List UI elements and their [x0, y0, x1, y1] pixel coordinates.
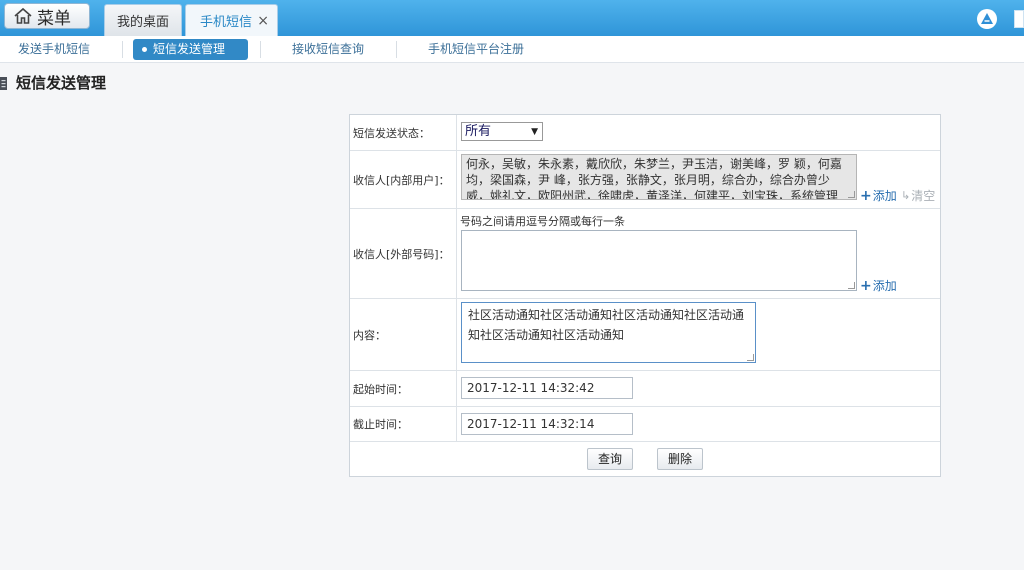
status-select[interactable]: 所有 ▼ — [461, 122, 543, 141]
inner-recipients-value: 何永，吴敏，朱永素，戴欣欣，朱梦兰，尹玉洁，谢美峰，罗 颖，何嘉均，梁国森，尹 … — [466, 157, 842, 200]
subnav-divider — [260, 41, 261, 58]
end-time-input[interactable]: 2017-12-11 14:32:14 — [461, 413, 633, 435]
outer-recipients-textarea[interactable] — [461, 230, 857, 291]
start-time-input[interactable]: 2017-12-11 14:32:42 — [461, 377, 633, 399]
end-time-label: 截止时间： — [350, 407, 457, 441]
status-label: 短信发送状态： — [350, 115, 457, 150]
sms-filter-form: 短信发送状态： 所有 ▼ 收信人[内部用户]： 何永，吴敏，朱永素，戴欣欣，朱梦… — [349, 114, 941, 477]
end-time-row: 截止时间： 2017-12-11 14:32:14 — [350, 407, 940, 442]
tab-mobile-sms-label: 手机短信 — [200, 15, 253, 30]
query-button[interactable]: 查询 — [586, 448, 633, 470]
panel-toggle-icon[interactable] — [1014, 10, 1024, 28]
home-icon — [14, 7, 32, 24]
subnav-sms-management-label: 短信发送管理 — [153, 42, 226, 56]
inner-add-link[interactable]: + 添加 — [860, 187, 897, 204]
outer-recipients-label: 收信人[外部号码]： — [350, 209, 457, 298]
subnav-platform-register[interactable]: 手机短信平台注册 — [428, 39, 524, 60]
active-dot-icon — [142, 47, 147, 52]
status-row: 短信发送状态： 所有 ▼ — [350, 115, 940, 151]
page-title: 短信发送管理 — [16, 74, 107, 92]
content-textarea[interactable]: 社区活动通知社区活动通知社区活动通知社区活动通知社区活动通知社区活动通知 — [461, 302, 756, 363]
tab-my-desktop-label: 我的桌面 — [116, 15, 169, 30]
subnav-divider — [396, 41, 397, 58]
delete-button[interactable]: 删除 — [657, 448, 704, 470]
logo-icon — [977, 9, 997, 29]
clear-icon: ↳ — [901, 189, 911, 202]
tab-close-icon[interactable]: × — [257, 13, 269, 29]
content-label: 内容： — [350, 299, 457, 370]
menu-button[interactable]: 菜单 — [4, 3, 90, 29]
start-time-label: 起始时间： — [350, 371, 457, 406]
tab-mobile-sms[interactable]: 手机短信 × — [185, 4, 278, 36]
content-row: 内容： 社区活动通知社区活动通知社区活动通知社区活动通知社区活动通知社区活动通知 — [350, 299, 940, 371]
inner-clear-link[interactable]: ↳ 清空 — [901, 187, 935, 204]
outer-recipients-row: 收信人[外部号码]： 号码之间请用逗号分隔或每行一条 + 添加 — [350, 209, 940, 299]
subnav-received-query[interactable]: 接收短信查询 — [292, 39, 364, 60]
inner-recipients-textarea[interactable]: 何永，吴敏，朱永素，戴欣欣，朱梦兰，尹玉洁，谢美峰，罗 颖，何嘉均，梁国森，尹 … — [461, 154, 857, 200]
subnav-divider — [122, 41, 123, 58]
content-value: 社区活动通知社区活动通知社区活动通知社区活动通知社区活动通知社区活动通知 — [468, 308, 745, 342]
plus-icon: + — [860, 187, 872, 204]
outer-hint: 号码之间请用逗号分隔或每行一条 — [460, 215, 625, 228]
resize-handle-icon[interactable] — [747, 354, 754, 361]
sub-nav: 发送手机短信 短信发送管理 接收短信查询 手机短信平台注册 — [0, 36, 1024, 63]
subnav-sms-management[interactable]: 短信发送管理 — [133, 39, 248, 60]
inner-clear-label: 清空 — [911, 189, 936, 203]
inner-recipients-row: 收信人[内部用户]： 何永，吴敏，朱永素，戴欣欣，朱梦兰，尹玉洁，谢美峰，罗 颖… — [350, 151, 940, 209]
dropdown-arrow-icon: ▼ — [531, 127, 538, 137]
start-time-row: 起始时间： 2017-12-11 14:32:42 — [350, 371, 940, 407]
outer-add-label: 添加 — [872, 279, 897, 293]
status-select-value: 所有 — [465, 124, 492, 139]
outer-add-link[interactable]: + 添加 — [860, 277, 897, 294]
subnav-send-sms[interactable]: 发送手机短信 — [18, 39, 90, 60]
resize-handle-icon[interactable] — [848, 191, 855, 198]
document-icon — [0, 76, 7, 90]
menu-label: 菜单 — [37, 8, 71, 29]
tab-my-desktop[interactable]: 我的桌面 — [104, 4, 182, 36]
top-bar: 菜单 我的桌面 手机短信 × — [0, 0, 1024, 36]
page-header: 短信发送管理 — [0, 72, 106, 93]
inner-recipients-label: 收信人[内部用户]： — [350, 151, 457, 208]
inner-add-label: 添加 — [872, 189, 897, 203]
actions-row: 查询 删除 — [350, 442, 940, 476]
plus-icon: + — [860, 277, 872, 294]
resize-handle-icon[interactable] — [848, 282, 855, 289]
